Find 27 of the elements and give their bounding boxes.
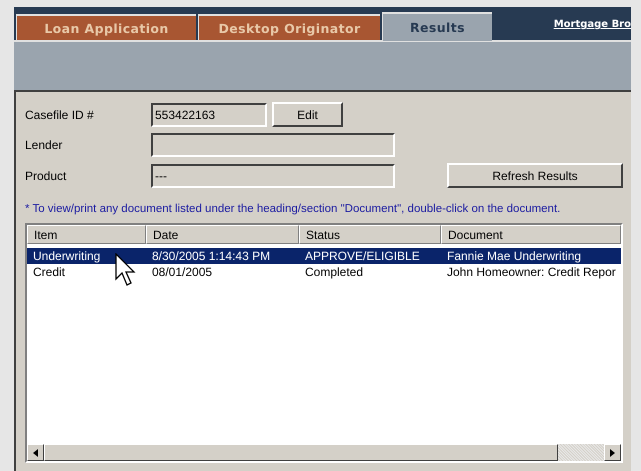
column-header[interactable]: Status xyxy=(299,225,441,244)
lender-field[interactable] xyxy=(151,132,395,156)
table-cell-text: Fannie Mae Underwriting xyxy=(446,248,582,264)
result-row[interactable]: Credit 08/01/2005 Completed John Homeowner: Credit Repor xyxy=(27,264,621,280)
instruction-note: * To view/print any document listed under the heading/section "Document", double-click on the document. xyxy=(25,203,562,215)
field-label: Product xyxy=(25,168,68,182)
header-link[interactable]: Mortgage Bro xyxy=(554,19,631,30)
edit-button[interactable]: Edit xyxy=(272,102,343,127)
table-cell-text: APPROVE/ELIGIBLE xyxy=(304,248,421,264)
scroll-left-icon[interactable] xyxy=(27,444,44,461)
column-header[interactable]: Document xyxy=(441,225,621,244)
table-cell-text: 8/30/2005 1:14:43 PM xyxy=(151,248,272,264)
table-cell-text: Completed xyxy=(304,264,364,280)
table-cell-text: Credit xyxy=(32,264,66,280)
table-cell-text: Underwriting xyxy=(32,248,102,264)
table-cell-text: John Homeowner: Credit Repor xyxy=(446,264,617,280)
table-cell-text: 08/01/2005 xyxy=(151,264,214,280)
product-field[interactable]: --- xyxy=(151,164,395,188)
refresh-button[interactable]: Refresh Results xyxy=(447,163,623,188)
column-header[interactable]: Item xyxy=(27,225,146,244)
scroll-right-icon[interactable] xyxy=(604,444,621,461)
tab[interactable]: Results xyxy=(382,12,492,41)
casefile-field[interactable]: 553422163 xyxy=(151,102,267,126)
result-row[interactable]: Underwriting 8/30/2005 1:14:43 PM APPROVE/ELIGIBLE Fannie Mae Underwriting xyxy=(27,248,621,264)
column-header[interactable]: Date xyxy=(146,225,299,244)
field-label: Casefile ID # xyxy=(25,108,95,122)
field-label: Lender xyxy=(25,138,64,152)
